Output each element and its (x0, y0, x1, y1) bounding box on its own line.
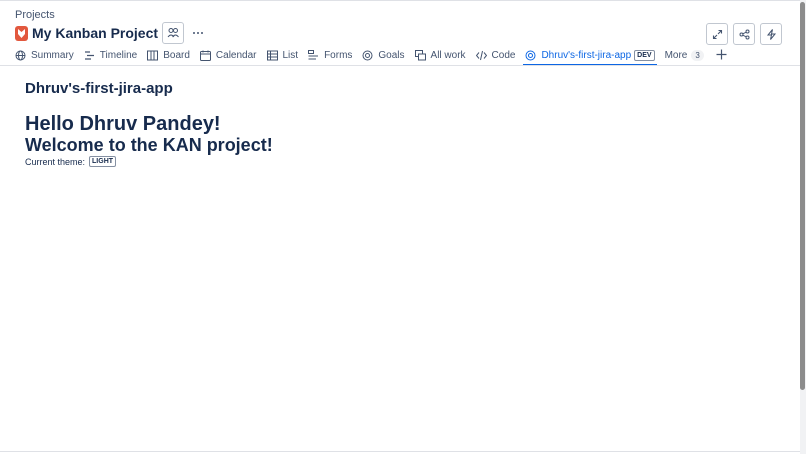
tab-label: Code (491, 49, 516, 61)
project-tabs: Summary Timeline Board Calendar List For… (15, 45, 727, 66)
tab-label: Calendar (215, 49, 257, 61)
tab-code[interactable]: Code (475, 45, 516, 65)
automation-button[interactable] (760, 23, 782, 45)
share-icon (739, 29, 749, 39)
project-header: My Kanban Project (15, 22, 208, 44)
tab-list[interactable]: List (266, 45, 299, 65)
welcome-heading: Welcome to the KAN project! (25, 135, 273, 155)
team-button[interactable] (162, 22, 185, 44)
timeline-icon (84, 50, 95, 61)
calendar-icon (199, 50, 211, 61)
more-actions-button[interactable] (188, 23, 208, 43)
more-count-badge: 3 (691, 49, 704, 61)
add-tab-button[interactable] (716, 47, 727, 64)
list-icon (266, 50, 278, 61)
ellipsis-icon (193, 32, 204, 34)
board-icon (147, 50, 159, 61)
bottom-border (0, 451, 800, 452)
tab-more[interactable]: More 3 (665, 45, 704, 65)
top-border (0, 0, 800, 1)
tab-all-work[interactable]: All work (414, 45, 466, 65)
all-work-icon (414, 49, 426, 61)
tab-summary[interactable]: Summary (15, 45, 74, 65)
greeting-heading: Hello Dhruv Pandey! (25, 113, 221, 135)
tab-label: List (282, 49, 299, 61)
tab-label: All work (430, 49, 466, 61)
globe-icon (15, 50, 26, 61)
goals-icon (362, 50, 373, 61)
tab-label: More (664, 49, 688, 61)
scrollbar-thumb[interactable] (800, 2, 805, 390)
dev-badge: DEV (634, 49, 655, 61)
theme-row: Current theme: LIGHT (25, 156, 117, 167)
tab-forms[interactable]: Forms (308, 45, 352, 65)
header-actions (706, 23, 782, 45)
tab-calendar[interactable]: Calendar (199, 45, 257, 65)
tab-goals[interactable]: Goals (362, 45, 405, 65)
tab-label: Timeline (99, 49, 138, 61)
expand-icon (712, 29, 722, 39)
tab-label: Summary (31, 49, 74, 61)
tab-dhruvs-first-jira-app[interactable]: Dhruv's-first-jira-app DEV (523, 45, 657, 66)
project-avatar-icon (15, 25, 28, 41)
project-title: My Kanban Project (32, 25, 159, 41)
tab-label: Board (163, 49, 190, 61)
app-icon (525, 50, 536, 61)
forms-icon (308, 49, 319, 61)
scrollbar[interactable] (800, 0, 806, 454)
people-icon (167, 28, 179, 38)
tab-label: Dhruv's-first-jira-app (541, 49, 632, 61)
plus-icon (716, 49, 727, 59)
theme-label: Current theme: (25, 156, 86, 167)
lightning-icon (766, 28, 776, 40)
breadcrumb[interactable]: Projects (15, 9, 55, 21)
theme-badge: LIGHT (89, 156, 117, 167)
tab-label: Forms (324, 49, 353, 61)
code-icon (475, 50, 487, 61)
tab-board[interactable]: Board (147, 45, 190, 65)
app-title: Dhruv's-first-jira-app (25, 80, 173, 97)
tabs-divider (0, 65, 800, 66)
tab-timeline[interactable]: Timeline (84, 45, 137, 65)
expand-button[interactable] (706, 23, 728, 45)
tab-label: Goals (378, 49, 405, 61)
share-button[interactable] (733, 23, 755, 45)
